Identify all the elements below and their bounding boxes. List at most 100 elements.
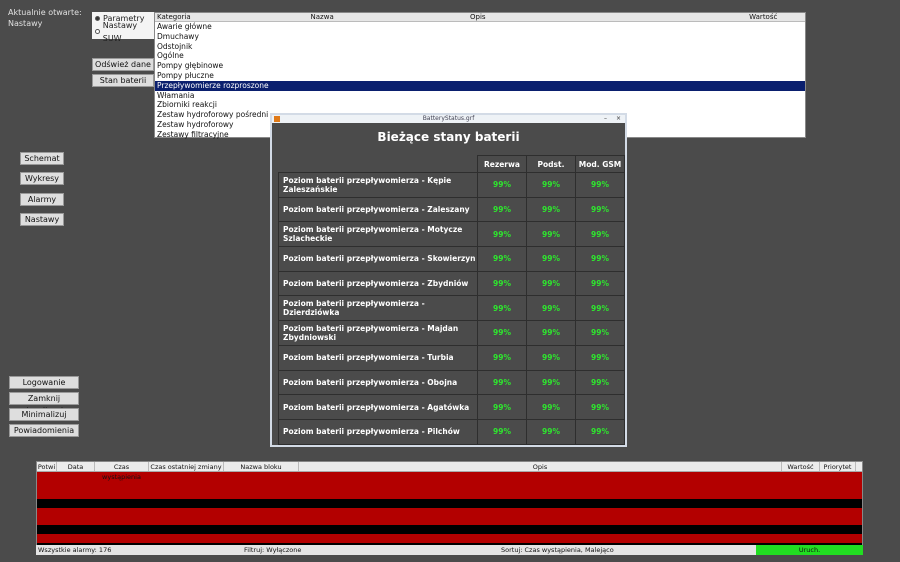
battery-row: Poziom baterii przepływomierza - Motycze… xyxy=(278,221,625,248)
battery-value: 99% xyxy=(526,344,576,371)
category-item[interactable]: Pompy głębinowe xyxy=(155,61,805,71)
minimize-button[interactable]: Minimalizuj xyxy=(9,408,79,421)
category-item[interactable]: Pompy płuczne xyxy=(155,71,805,81)
battery-row-name: Poziom baterii przepływomierza - Motycze… xyxy=(278,221,478,248)
header-nazwa: Nazwa xyxy=(310,13,334,21)
dialog-title: BatteryStatus.grf xyxy=(422,115,475,122)
category-item[interactable]: Włamania xyxy=(155,91,805,101)
category-item[interactable]: Odstojnik xyxy=(155,42,805,52)
col-gsm: Mod. GSM xyxy=(575,155,625,173)
alarm-row[interactable] xyxy=(37,472,862,481)
open-label: Aktualnie otwarte: Nastawy xyxy=(8,7,82,29)
battery-value: 99% xyxy=(575,418,625,445)
alarm-row[interactable] xyxy=(37,525,862,535)
battery-value: 99% xyxy=(477,320,527,346)
battery-value: 99% xyxy=(526,221,576,248)
battery-table-header: Rezerwa Podst. Mod. GSM xyxy=(278,155,625,173)
battery-value: 99% xyxy=(575,221,625,248)
category-item[interactable]: Awarie główne xyxy=(155,22,805,32)
category-item[interactable]: Przepływomierze rozproszone xyxy=(155,80,805,91)
alarm-list: Potwi Data Czas wystąpienia Czas ostatni… xyxy=(36,461,863,555)
minimize-icon[interactable]: – xyxy=(604,115,607,123)
notifications-button[interactable]: Powiadomienia xyxy=(9,424,79,437)
battery-row-name: Poziom baterii przepływomierza - Pilchów xyxy=(278,418,478,445)
status-filter[interactable]: Filtruj: Wyłączone xyxy=(244,545,301,555)
alarm-row[interactable] xyxy=(37,516,862,526)
status-bar: Wszystkie alarmy: 176 Filtruj: Wyłączone… xyxy=(36,545,863,555)
category-item[interactable]: Zbiorniki reakcji xyxy=(155,100,805,110)
battery-value: 99% xyxy=(575,246,625,272)
category-item[interactable]: Ogólne xyxy=(155,51,805,61)
header-opis: Opis xyxy=(470,13,486,21)
battery-value: 99% xyxy=(477,246,527,272)
battery-status-button[interactable]: Stan baterii xyxy=(92,74,154,87)
battery-row: Poziom baterii przepływomierza - Turbia 9… xyxy=(278,344,625,371)
wykresy-button[interactable]: Wykresy xyxy=(20,172,64,185)
alarm-header: Potwi Data Czas wystąpienia Czas ostatni… xyxy=(37,462,862,481)
alarmy-button[interactable]: Alarmy xyxy=(20,193,64,206)
status-state: Uruch. xyxy=(756,545,863,555)
battery-row-name: Poziom baterii przepływomierza - Majdan … xyxy=(278,320,478,346)
battery-row: Poziom baterii przepływomierza - Dzierdz… xyxy=(278,295,625,322)
dialog-heading: Bieżące stany baterii xyxy=(377,130,520,144)
alarm-col-czas-zmiany[interactable]: Czas ostatniej zmiany xyxy=(149,462,224,471)
header-wartosc: Wartość xyxy=(749,13,778,21)
status-sort[interactable]: Sortuj: Czas wystąpienia, Malejąco xyxy=(501,545,614,555)
battery-value: 99% xyxy=(575,394,625,420)
battery-row-name: Poziom baterii przepływomierza - Turbia xyxy=(278,344,478,371)
empty-header-cell xyxy=(278,155,478,173)
battery-row-name: Poziom baterii przepływomierza - Agatówk… xyxy=(278,394,478,420)
battery-value: 99% xyxy=(526,196,576,223)
radio-dot-icon xyxy=(95,16,100,21)
app-icon xyxy=(274,116,280,122)
schemat-button[interactable]: Schemat xyxy=(20,152,64,165)
battery-value: 99% xyxy=(575,295,625,322)
battery-value: 99% xyxy=(477,295,527,322)
logowanie-button[interactable]: Logowanie xyxy=(9,376,79,389)
battery-row: Poziom baterii przepływomierza - Kępie Z… xyxy=(278,172,625,198)
col-podst: Podst. xyxy=(526,155,576,173)
mode-radio-group: Parametry Nastawy SUW xyxy=(92,12,154,43)
alarm-col-data[interactable]: Data xyxy=(57,462,95,471)
battery-value: 99% xyxy=(477,394,527,420)
alarm-row[interactable] xyxy=(37,489,862,499)
battery-row: Poziom baterii przepływomierza - Skowier… xyxy=(278,246,625,272)
battery-value: 99% xyxy=(477,270,527,297)
battery-row-name: Poziom baterii przepływomierza - Kępie Z… xyxy=(278,172,478,198)
battery-value: 99% xyxy=(575,196,625,223)
battery-row: Poziom baterii przepływomierza - Agatówk… xyxy=(278,394,625,420)
battery-value: 99% xyxy=(477,344,527,371)
alarm-row[interactable] xyxy=(37,507,862,517)
nastawy-button[interactable]: Nastawy xyxy=(20,213,64,226)
battery-value: 99% xyxy=(526,418,576,445)
header-kategoria: Kategoria xyxy=(157,13,191,21)
battery-row: Poziom baterii przepływomierza - Obojna 9… xyxy=(278,369,625,396)
alarm-col-potwi[interactable]: Potwi xyxy=(37,462,57,471)
close-visualization-button[interactable]: Zamknij wizualizację xyxy=(9,392,79,415)
battery-value: 99% xyxy=(526,394,576,420)
alarm-col-czas-wystapienia[interactable]: Czas wystąpienia xyxy=(95,462,149,481)
radio-nastawy-suw[interactable]: Nastawy SUW xyxy=(92,21,154,43)
alarm-row[interactable] xyxy=(37,480,862,490)
dialog-titlebar[interactable]: BatteryStatus.grf – × xyxy=(272,115,625,123)
alarm-col-priorytet[interactable]: Priorytet xyxy=(820,462,856,471)
alarm-col-wartosc[interactable]: Wartość xyxy=(782,462,820,471)
alarm-row[interactable] xyxy=(37,534,862,544)
open-label-title: Aktualnie otwarte: xyxy=(8,8,82,17)
battery-value: 99% xyxy=(575,270,625,297)
battery-row: Poziom baterii przepływomierza - Zbydnió… xyxy=(278,270,625,297)
alarm-col-opis[interactable]: Opis xyxy=(299,462,782,471)
close-icon[interactable]: × xyxy=(616,115,621,123)
alarm-col-nazwa-bloku[interactable]: Nazwa bloku xyxy=(224,462,299,471)
battery-value: 99% xyxy=(575,172,625,198)
status-total: Wszystkie alarmy: 176 xyxy=(38,546,112,554)
refresh-button[interactable]: Odśwież dane xyxy=(92,58,154,71)
category-item[interactable]: Dmuchawy xyxy=(155,32,805,42)
alarm-row[interactable] xyxy=(37,498,862,508)
battery-value: 99% xyxy=(477,221,527,248)
battery-row-name: Poziom baterii przepływomierza - Skowier… xyxy=(278,246,478,272)
battery-value: 99% xyxy=(575,320,625,346)
battery-value: 99% xyxy=(526,295,576,322)
battery-row: Poziom baterii przepływomierza - Pilchów… xyxy=(278,418,625,445)
battery-value: 99% xyxy=(526,172,576,198)
